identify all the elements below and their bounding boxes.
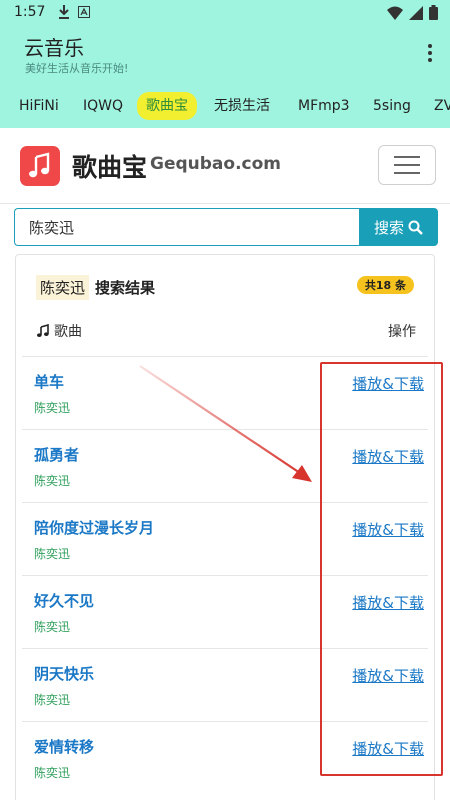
site-domain: Gequbao.com [150, 154, 282, 174]
notification-a-icon [78, 6, 90, 18]
song-artist-link[interactable]: 陈奕迅 [34, 691, 70, 708]
song-row: 孤勇者 陈奕迅 播放&下载 [22, 429, 428, 502]
more-options-icon[interactable] [420, 40, 440, 66]
app-title: 云音乐 [24, 36, 84, 60]
result-count-badge: 共18 条 [356, 276, 414, 294]
hamburger-icon [394, 156, 420, 158]
song-artist-link[interactable]: 陈奕迅 [34, 545, 70, 562]
song-title-link[interactable]: 孤勇者 [34, 444, 79, 465]
search-bar: 搜索 [14, 208, 438, 246]
nav-toggle-button[interactable] [378, 145, 436, 185]
download-icon [59, 5, 69, 19]
play-download-link[interactable]: 播放&下载 [352, 592, 424, 613]
play-download-link[interactable]: 播放&下载 [352, 665, 424, 686]
song-artist-link[interactable]: 陈奕迅 [34, 618, 70, 635]
tab-wusun-shenghuo[interactable]: 无损生活 [214, 94, 270, 118]
music-note-icon [29, 152, 50, 178]
tab-5sing[interactable]: 5sing [373, 94, 411, 118]
search-button-label: 搜索 [373, 218, 404, 237]
song-artist-link[interactable]: 陈奕迅 [34, 399, 70, 416]
column-song: 歌曲 [36, 321, 82, 341]
results-heading: 陈奕迅 搜索结果 [36, 275, 155, 300]
song-title-link[interactable]: 爱情转移 [34, 736, 94, 757]
tab-zv[interactable]: ZV [434, 94, 450, 118]
search-icon [408, 220, 423, 235]
column-action-label: 操作 [388, 324, 416, 340]
tab-iqwq[interactable]: IQWQ [83, 94, 123, 118]
signal-icon [409, 5, 423, 20]
song-title-link[interactable]: 陪你度过漫长岁月 [34, 517, 154, 538]
search-input[interactable] [14, 208, 360, 246]
song-row: 陪你度过漫长岁月 陈奕迅 播放&下载 [22, 502, 428, 575]
song-title-link[interactable]: 单车 [34, 371, 64, 392]
site-header: 歌曲宝 Gequbao.com [0, 128, 450, 204]
search-keyword: 陈奕迅 [36, 275, 90, 300]
app-bar: 云音乐 美好生活从音乐开始! [0, 26, 450, 84]
music-note-icon [37, 324, 49, 337]
play-download-link[interactable]: 播放&下载 [352, 519, 424, 540]
source-tab-bar: HiFiNi IQWQ 歌曲宝 无损生活 MFmp3 5sing ZV [0, 84, 450, 128]
status-bar: 1:57 [0, 0, 450, 26]
tab-mfmp3[interactable]: MFmp3 [298, 94, 350, 118]
play-download-link[interactable]: 播放&下载 [352, 738, 424, 759]
song-artist-link[interactable]: 陈奕迅 [34, 472, 70, 489]
status-time: 1:57 [14, 4, 46, 20]
play-download-link[interactable]: 播放&下载 [352, 446, 424, 467]
battery-icon [429, 5, 438, 20]
song-row: 好久不见 陈奕迅 播放&下载 [22, 575, 428, 648]
list-header: 歌曲 操作 [36, 321, 416, 341]
app-subtitle: 美好生活从音乐开始! [25, 62, 129, 75]
results-label: 搜索结果 [95, 279, 156, 297]
song-row: 爱情转移 陈奕迅 播放&下载 [22, 721, 428, 794]
column-song-label: 歌曲 [54, 324, 82, 340]
tab-gequbao[interactable]: 歌曲宝 [137, 92, 197, 120]
site-logo[interactable] [20, 146, 60, 186]
results-card: 陈奕迅 搜索结果 共18 条 歌曲 操作 单车 陈奕迅 播放&下载 孤勇者 陈奕… [15, 254, 435, 800]
wifi-icon [387, 6, 403, 20]
song-list: 单车 陈奕迅 播放&下载 孤勇者 陈奕迅 播放&下载 陪你度过漫长岁月 陈奕迅 … [16, 356, 434, 794]
tab-hifini[interactable]: HiFiNi [19, 94, 59, 118]
song-row: 阴天快乐 陈奕迅 播放&下载 [22, 648, 428, 721]
song-row: 单车 陈奕迅 播放&下载 [22, 356, 428, 429]
search-button[interactable]: 搜索 [359, 208, 438, 246]
play-download-link[interactable]: 播放&下载 [352, 373, 424, 394]
song-artist-link[interactable]: 陈奕迅 [34, 764, 70, 781]
site-name: 歌曲宝 [72, 153, 148, 182]
song-title-link[interactable]: 阴天快乐 [34, 663, 94, 684]
song-title-link[interactable]: 好久不见 [34, 590, 94, 611]
